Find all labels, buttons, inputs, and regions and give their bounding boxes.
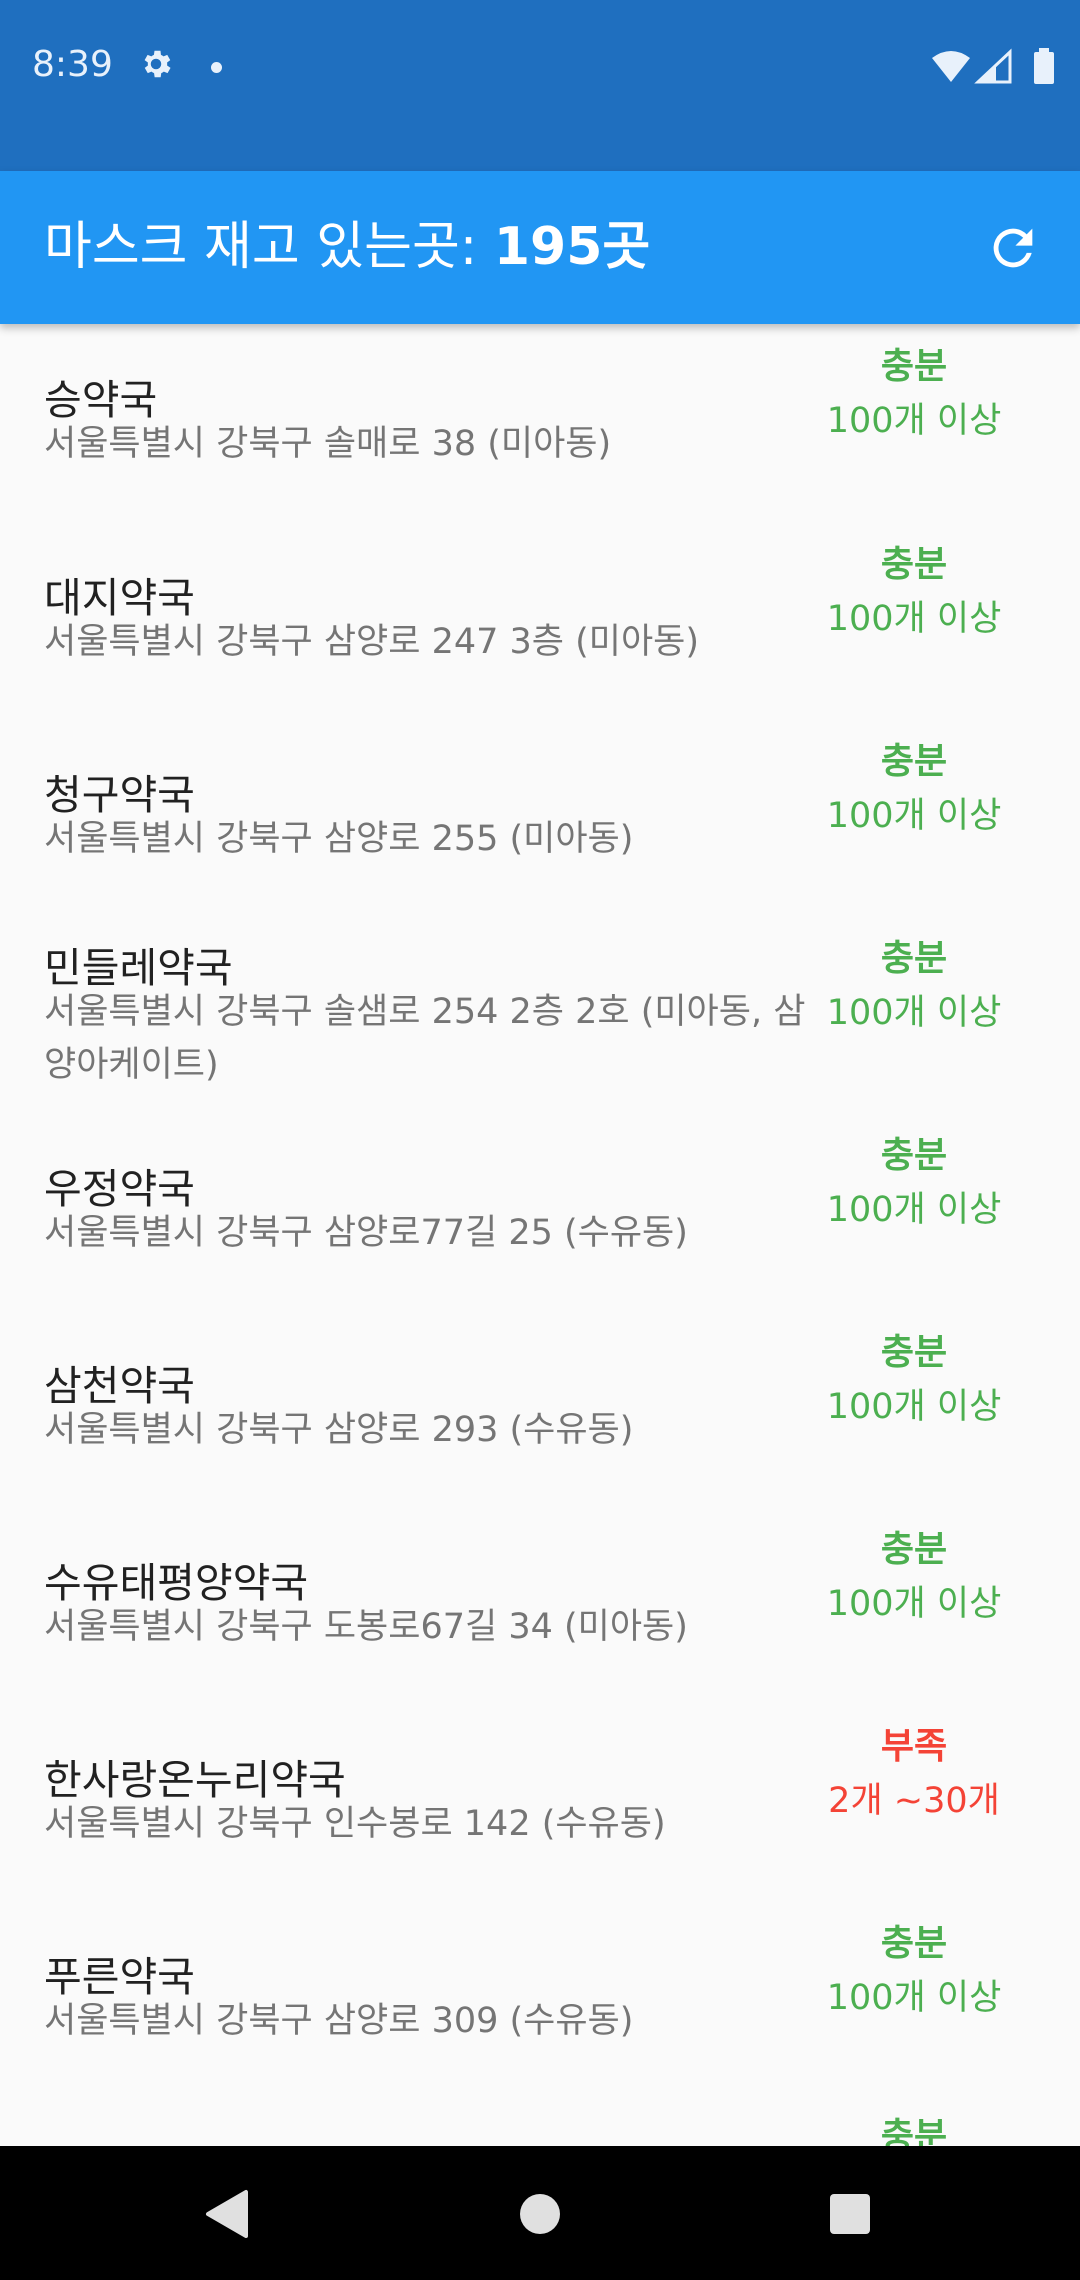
store-address: 서울특별시 강북구 삼양로 255 (미아동) <box>44 819 634 859</box>
stock-level-badge: 충분 <box>880 346 948 387</box>
store-address: 서울특별시 강북구 도봉로67길 34 (미아동) <box>44 1607 688 1647</box>
store-row[interactable]: 한사랑온누리약국 서울특별시 강북구 인수봉로 142 (수유동) 부족 2개 ~30… <box>0 1704 1080 1901</box>
store-name: 한사랑온누리약국 <box>44 1756 346 1804</box>
store-row[interactable]: 우정약국 서울특별시 강북구 삼양로77길 25 (수유동) 충분 100개 이상 <box>0 1113 1080 1310</box>
stock-level-badge: 부족 <box>880 1726 948 1767</box>
store-list[interactable]: 승약국 서울특별시 강북구 솔매로 38 (미아동) 충분 100개 이상 대지약국 서울… <box>0 324 1080 2146</box>
stock-quantity: 100개 이상 <box>826 599 1002 639</box>
wifi-icon <box>932 51 970 82</box>
stock-status: 부족 2개 ~30개 <box>794 1720 1034 1828</box>
app-bar: 마스크 재고 있는곳: 195곳 <box>0 171 1080 324</box>
store-address: 서울특별시 강북구 삼양로 309 (수유동) <box>44 2001 634 2041</box>
stock-level-badge: 충분 <box>880 741 948 782</box>
stock-level-badge: 충분 <box>880 1923 948 1964</box>
stock-status: 충분 100개 이상 <box>794 1523 1034 1631</box>
recents-icon[interactable] <box>810 2174 890 2254</box>
stock-quantity: 100개 이상 <box>826 993 1002 1033</box>
store-address: 서울특별시 강북구 삼양로 247 3층 (미아동) <box>44 622 700 662</box>
store-row[interactable]: 청구약국 서울특별시 강북구 삼양로 255 (미아동) 충분 100개 이상 <box>0 719 1080 916</box>
refresh-icon[interactable] <box>984 219 1042 277</box>
status-bar: 8:39 <box>0 0 1080 171</box>
store-row[interactable]: 충분 <box>0 2094 1080 2146</box>
stock-quantity: 2개 ~30개 <box>828 1781 1000 1821</box>
store-name: 수유태평양약국 <box>44 1559 309 1607</box>
store-address: 서울특별시 강북구 솔샘로 254 2층 2호 (미아동, 삼양아케이트) <box>44 992 806 1085</box>
stock-status: 충분 100개 이상 <box>794 1129 1034 1237</box>
stock-level-badge: 충분 <box>880 938 948 979</box>
battery-icon <box>1034 52 1054 84</box>
navigation-bar <box>0 2146 1080 2280</box>
store-name: 민들레약국 <box>44 944 233 992</box>
store-name: 푸른약국 <box>44 1953 195 2001</box>
stock-status: 충분 100개 이상 <box>794 735 1034 843</box>
stock-level-badge: 충분 <box>880 544 948 585</box>
store-row[interactable]: 푸른약국 서울특별시 강북구 삼양로 309 (수유동) 충분 100개 이상 <box>0 1901 1080 2098</box>
stock-status: 충분 100개 이상 <box>794 1917 1034 2025</box>
stock-quantity: 100개 이상 <box>826 401 1002 441</box>
store-name: 대지약국 <box>44 574 195 622</box>
store-row[interactable]: 승약국 서울특별시 강북구 솔매로 38 (미아동) 충분 100개 이상 <box>0 324 1080 521</box>
store-address: 서울특별시 강북구 삼양로77길 25 (수유동) <box>44 1213 688 1253</box>
store-name: 승약국 <box>44 376 158 424</box>
gear-icon <box>144 50 171 78</box>
home-icon[interactable] <box>500 2174 580 2254</box>
stock-level-badge: 충분 <box>880 1529 948 1570</box>
status-time: 8:39 <box>32 44 113 85</box>
store-name: 삼천약국 <box>44 1362 195 1410</box>
store-row[interactable]: 민들레약국 서울특별시 강북구 솔샘로 254 2층 2호 (미아동, 삼양아케이… <box>0 916 1080 1113</box>
stock-quantity: 100개 이상 <box>826 1584 1002 1624</box>
stock-status: 충분 <box>794 2110 1034 2146</box>
stock-status: 충분 100개 이상 <box>794 1326 1034 1434</box>
store-name: 우정약국 <box>44 1165 195 1213</box>
store-address: 서울특별시 강북구 인수봉로 142 (수유동) <box>44 1804 666 1844</box>
store-count: 195곳 <box>493 217 651 277</box>
stock-quantity: 100개 이상 <box>826 1190 1002 1230</box>
back-icon[interactable] <box>186 2174 266 2254</box>
store-address: 서울특별시 강북구 삼양로 293 (수유동) <box>44 1410 634 1450</box>
stock-level-badge: 충분 <box>880 1135 948 1176</box>
stock-quantity: 100개 이상 <box>826 1387 1002 1427</box>
stock-level-badge: 충분 <box>880 1332 948 1373</box>
system-status-icons <box>932 48 1054 84</box>
stock-status: 충분 100개 이상 <box>794 340 1034 448</box>
store-row[interactable]: 수유태평양약국 서울특별시 강북구 도봉로67길 34 (미아동) 충분 100개 이… <box>0 1507 1080 1704</box>
store-row[interactable]: 대지약국 서울특별시 강북구 삼양로 247 3층 (미아동) 충분 100개 이상 <box>0 522 1080 719</box>
store-row[interactable]: 삼천약국 서울특별시 강북구 삼양로 293 (수유동) 충분 100개 이상 <box>0 1310 1080 1507</box>
store-name: 청구약국 <box>44 771 195 819</box>
stock-status: 충분 100개 이상 <box>794 932 1034 1040</box>
stock-quantity: 100개 이상 <box>826 796 1002 836</box>
dot-icon <box>211 62 222 73</box>
store-address: 서울특별시 강북구 솔매로 38 (미아동) <box>44 424 612 464</box>
stock-status: 충분 100개 이상 <box>794 538 1034 646</box>
page-title: 마스크 재고 있는곳: 195곳 <box>44 217 651 277</box>
stock-quantity: 100개 이상 <box>826 1978 1002 2018</box>
stock-level-badge: 충분 <box>880 2116 948 2146</box>
